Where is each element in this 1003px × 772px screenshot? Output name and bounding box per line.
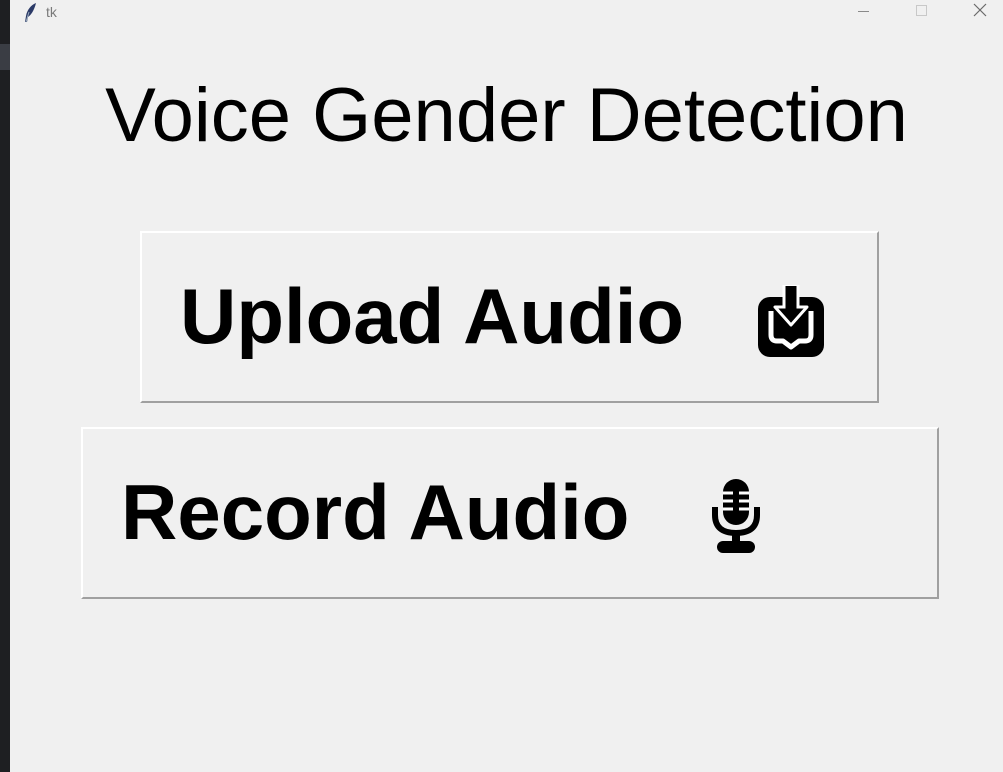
upload-audio-button[interactable]: Upload Audio (140, 231, 879, 403)
window-title: tk (46, 4, 57, 20)
tk-window: tk Voice Gender Detection Upload Audio R… (10, 0, 1003, 772)
upload-icon (758, 285, 824, 357)
feather-icon (25, 3, 36, 23)
record-audio-button[interactable]: Record Audio (81, 427, 939, 599)
upload-audio-label: Upload Audio (180, 272, 685, 360)
close-icon[interactable] (957, 0, 1003, 24)
minimize-icon[interactable] (840, 0, 886, 24)
background-editor-strip (0, 0, 10, 772)
maximize-icon[interactable] (898, 0, 944, 24)
title-bar[interactable]: tk (10, 0, 1003, 28)
record-audio-label: Record Audio (121, 468, 630, 556)
page-title: Voice Gender Detection (105, 73, 908, 158)
microphone-icon (712, 479, 760, 553)
background-tab (0, 44, 10, 70)
